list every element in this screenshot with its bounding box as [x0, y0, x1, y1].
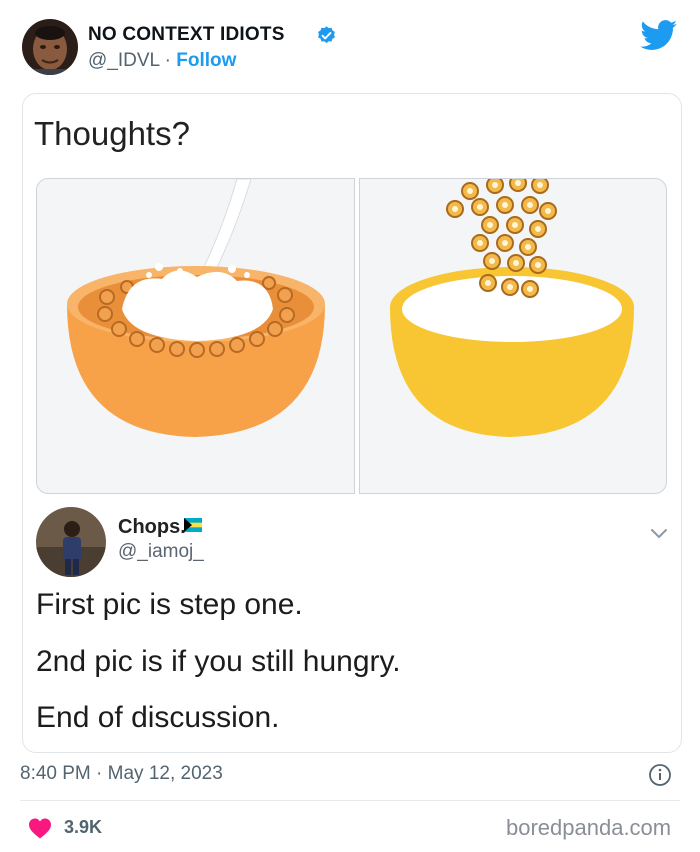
image-bowl-milk-first[interactable]: [36, 178, 355, 494]
reply-text-line: 2nd pic is if you still hungry.: [36, 645, 401, 678]
author-handle-row: @_IDVL · Follow: [88, 50, 236, 72]
separator-dot: ·: [164, 50, 171, 71]
reply-text-line: First pic is step one.: [36, 588, 303, 621]
info-icon[interactable]: [648, 763, 672, 787]
chevron-down-icon[interactable]: [650, 528, 668, 540]
reply-author-name[interactable]: Chops.: [118, 516, 186, 539]
divider: [20, 800, 680, 801]
author-name[interactable]: NO CONTEXT IDIOTS: [88, 24, 285, 46]
like-count[interactable]: 3.9K: [64, 817, 102, 838]
reply-avatar[interactable]: [36, 507, 106, 577]
twitter-bird-icon[interactable]: [640, 20, 678, 51]
heart-icon[interactable]: [28, 817, 52, 839]
reply-author-handle[interactable]: @_iamoj_: [118, 541, 204, 563]
tweet-timestamp[interactable]: 8:40 PM · May 12, 2023: [20, 763, 223, 785]
verified-badge-icon: [318, 26, 335, 43]
embedded-caption: Thoughts?: [34, 115, 190, 152]
author-handle[interactable]: @_IDVL: [88, 50, 159, 71]
image-bowl-cereal-first[interactable]: [359, 178, 667, 494]
follow-link[interactable]: Follow: [176, 50, 236, 71]
author-avatar[interactable]: [22, 19, 78, 75]
bahamas-flag-icon: [184, 518, 202, 532]
reply-text-line: End of discussion.: [36, 701, 280, 734]
watermark: boredpanda.com: [506, 815, 672, 840]
